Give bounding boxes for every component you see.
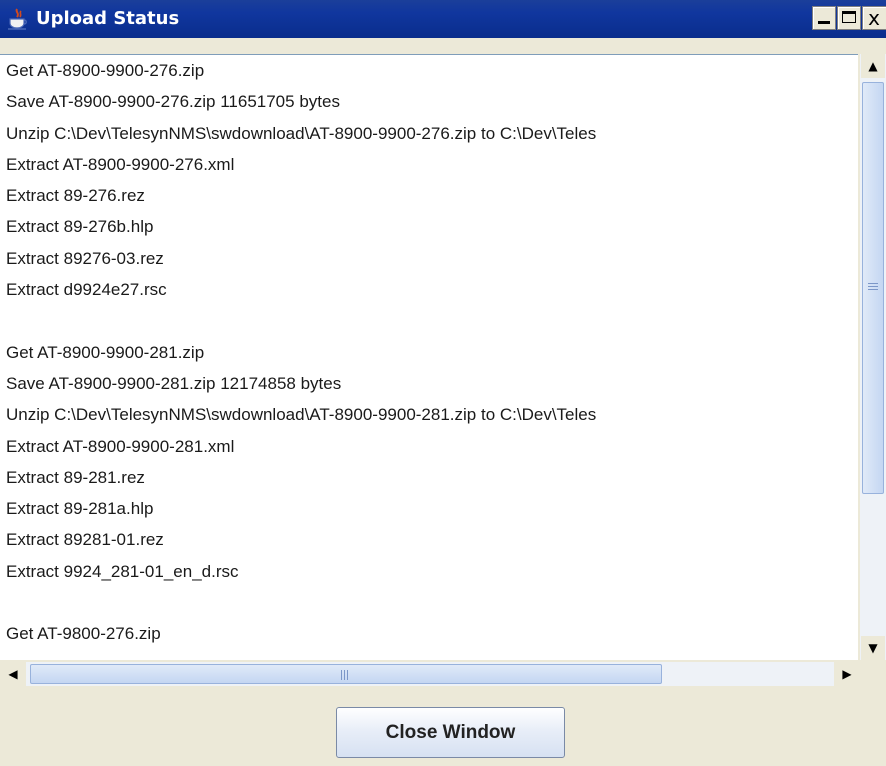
arrow-down-icon: ▼ — [868, 641, 878, 655]
minimize-button[interactable] — [812, 6, 836, 30]
maximize-icon — [842, 11, 856, 23]
vertical-scrollbar[interactable]: ▲ ▼ — [860, 54, 886, 660]
window-title: Upload Status — [36, 8, 180, 29]
title-bar[interactable]: Upload Status x — [0, 0, 886, 38]
log-line: Extract d9924e27.rsc — [6, 280, 167, 300]
grip-icon — [341, 670, 349, 680]
log-line: Get AT-9800-276.zip — [6, 624, 161, 644]
vertical-scroll-thumb[interactable] — [862, 82, 884, 494]
log-line: Extract 89-276.rez — [6, 186, 145, 206]
arrow-right-icon: ▶ — [842, 667, 852, 681]
maximize-button[interactable] — [837, 6, 861, 30]
horizontal-scroll-thumb[interactable] — [30, 664, 662, 684]
log-line: Extract AT-8900-9900-281.xml — [6, 436, 235, 456]
log-line: Extract 89-281a.hlp — [6, 499, 154, 519]
log-line: Unzip C:\Dev\TelesynNMS\swdownload\AT-89… — [6, 123, 597, 143]
horizontal-scrollbar[interactable]: ◀ ▶ — [0, 662, 860, 686]
close-icon: x — [868, 6, 880, 30]
scroll-down-button[interactable]: ▼ — [861, 636, 885, 660]
close-window-title-button[interactable]: x — [862, 6, 886, 30]
log-line: Unzip C:\Dev\TelesynNMS\swdownload\AT-89… — [6, 405, 597, 425]
scroll-up-button[interactable]: ▲ — [861, 54, 885, 78]
log-line: Extract 9924_281-01_en_d.rsc — [6, 561, 239, 581]
log-line: Extract 89281-01.rez — [6, 530, 164, 550]
log-line: Get AT-8900-9900-276.zip — [6, 61, 205, 80]
arrow-left-icon: ◀ — [8, 667, 18, 681]
log-line: Extract 89-281.rez — [6, 467, 145, 487]
log-line: Extract AT-8900-9900-276.xml — [6, 154, 235, 174]
arrow-up-icon: ▲ — [868, 59, 878, 73]
log-line: Extract 89-276b.hlp — [6, 217, 154, 237]
grip-icon — [868, 283, 878, 291]
log-line: Extract 89276-03.rez — [6, 248, 164, 268]
upload-status-window: Upload Status x Get AT-8900-9900-276.zip… — [0, 0, 886, 766]
java-coffee-cup-icon — [8, 8, 27, 30]
upload-log-text-area[interactable]: Get AT-8900-9900-276.zip Save AT-8900-99… — [0, 54, 858, 660]
log-line: Get AT-8900-9900-281.zip — [6, 342, 205, 362]
scroll-right-button[interactable]: ▶ — [834, 662, 860, 686]
log-line: Save AT-8900-9900-276.zip 11651705 bytes — [6, 92, 340, 112]
minimize-icon — [818, 21, 830, 24]
close-window-button[interactable]: Close Window — [336, 707, 565, 758]
scroll-left-button[interactable]: ◀ — [0, 662, 26, 686]
log-line: Save AT-8900-9900-281.zip 12174858 bytes — [6, 373, 342, 393]
